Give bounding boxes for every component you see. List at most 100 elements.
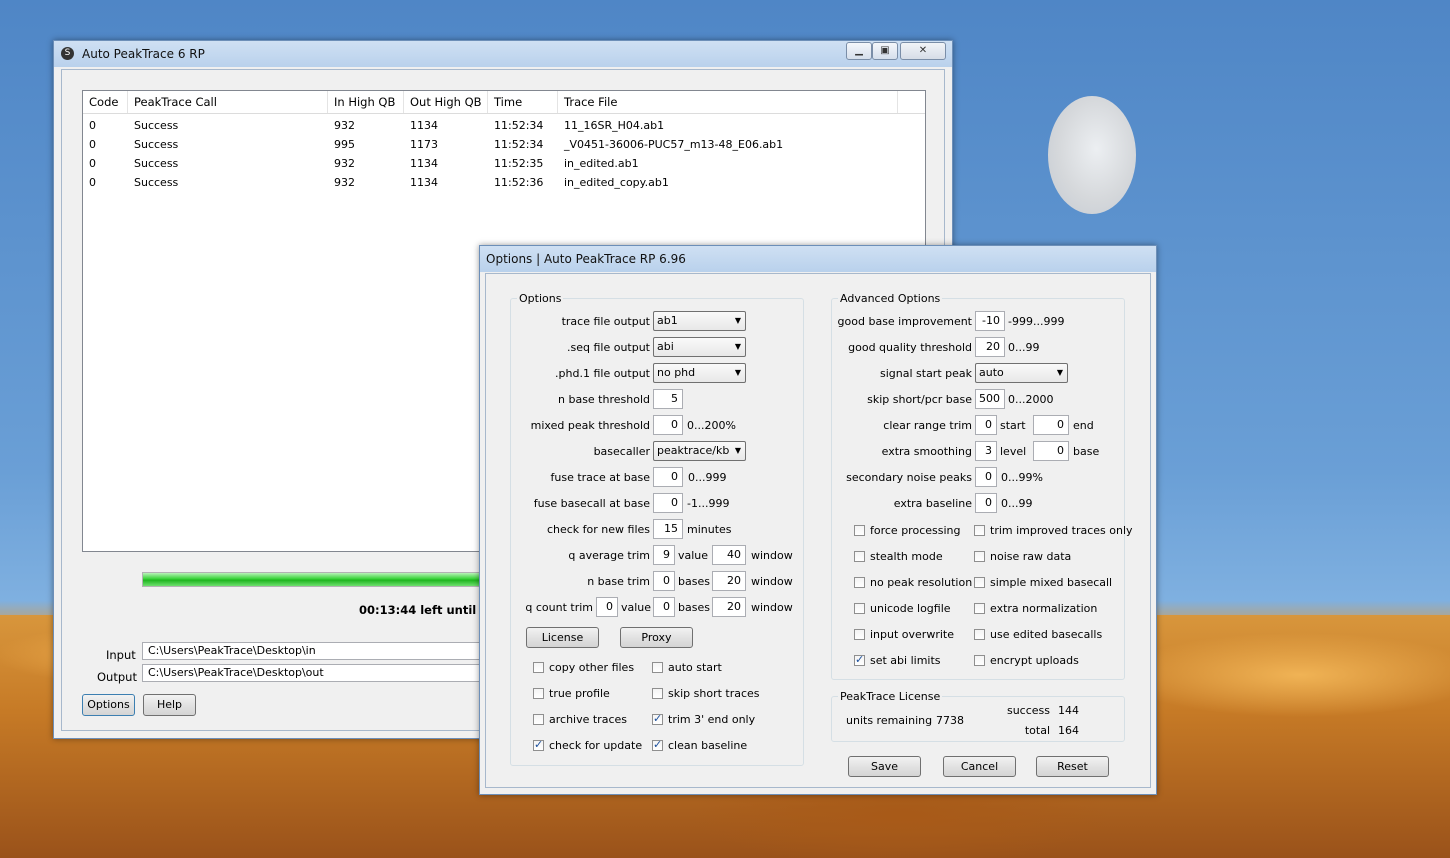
clear-range-trim-end-input[interactable]: 0 (1033, 415, 1069, 435)
column-header-call[interactable]: PeakTrace Call (128, 91, 328, 113)
signal-start-peak-select[interactable]: auto ▼ (975, 363, 1068, 383)
unicode-logfile-checkbox[interactable]: unicode logfile (854, 602, 951, 615)
checkbox-box[interactable] (854, 653, 865, 666)
skip-short-pcr-input[interactable]: 500 (975, 389, 1005, 409)
cancel-button[interactable]: Cancel (943, 756, 1016, 777)
simple-mixed-basecall-checkbox[interactable]: simple mixed basecall (974, 576, 1112, 589)
checkbox-box[interactable] (854, 603, 865, 614)
app-icon: S (61, 47, 74, 60)
skip-short-traces-checkbox[interactable]: skip short traces (652, 687, 760, 700)
stealth-mode-checkbox[interactable]: stealth mode (854, 550, 943, 563)
q-average-trim-window-input[interactable]: 40 (712, 545, 746, 565)
table-row[interactable]: 0 Success 995 1173 11:52:34 _V0451-36006… (83, 135, 925, 154)
checkbox-box[interactable] (533, 738, 544, 751)
force-processing-checkbox[interactable]: force processing (854, 524, 960, 537)
checkbox-box[interactable] (533, 688, 544, 699)
trace-file-output-select[interactable]: ab1 ▼ (653, 311, 746, 331)
no-peak-resolution-checkbox[interactable]: no peak resolution (854, 576, 972, 589)
column-header-out-high-qb[interactable]: Out High QB (404, 91, 488, 113)
checkbox-box[interactable] (854, 629, 865, 640)
proxy-button[interactable]: Proxy (620, 627, 693, 648)
q-count-trim-window-input[interactable]: 20 (712, 597, 746, 617)
checkbox-box[interactable] (533, 662, 544, 673)
mixed-peak-threshold-range: 0...200% (687, 419, 736, 432)
column-header-in-high-qb[interactable]: In High QB (328, 91, 404, 113)
clear-range-trim-start-input[interactable]: 0 (975, 415, 997, 435)
q-count-trim-value-input[interactable]: 0 (596, 597, 618, 617)
units-remaining-value: 7738 (936, 714, 964, 727)
n-base-trim-window-input[interactable]: 20 (712, 571, 746, 591)
column-header-time[interactable]: Time (488, 91, 558, 113)
checkbox-box[interactable] (974, 525, 985, 536)
q-count-trim-bases-input[interactable]: 0 (653, 597, 675, 617)
noise-raw-data-checkbox[interactable]: noise raw data (974, 550, 1071, 563)
maximize-button[interactable]: ▣ (872, 42, 898, 60)
table-row[interactable]: 0 Success 932 1134 11:52:35 in_edited.ab… (83, 154, 925, 173)
checkbox-box[interactable] (652, 662, 663, 673)
extra-smoothing-level-input[interactable]: 3 (975, 441, 997, 461)
set-abi-limits-checkbox[interactable]: set abi limits (854, 653, 941, 667)
cell-out-qb: 1134 (410, 157, 438, 170)
seq-file-output-value: abi (657, 340, 674, 353)
checkbox-box[interactable] (854, 551, 865, 562)
options-button[interactable]: Options (82, 694, 135, 716)
signal-start-peak-value: auto (979, 366, 1004, 379)
good-base-improvement-input[interactable]: -10 (975, 311, 1005, 331)
n-base-trim-bases-input[interactable]: 0 (653, 571, 675, 591)
fuse-basecall-input[interactable]: 0 (653, 493, 683, 513)
q-average-trim-value-input[interactable]: 9 (653, 545, 675, 565)
main-titlebar[interactable]: S Auto PeakTrace 6 RP ▁ ▣ ✕ (54, 41, 952, 67)
save-button[interactable]: Save (848, 756, 921, 777)
input-label: Input (106, 648, 136, 662)
checkbox-box[interactable] (974, 655, 985, 666)
q-count-trim-window-unit: window (751, 601, 793, 614)
good-quality-threshold-input[interactable]: 20 (975, 337, 1005, 357)
column-header-code[interactable]: Code (83, 91, 128, 113)
license-button[interactable]: License (526, 627, 599, 648)
basecaller-select[interactable]: peaktrace/kb ▼ (653, 441, 746, 461)
copy-other-files-checkbox[interactable]: copy other files (533, 661, 634, 674)
column-header-trace-file[interactable]: Trace File (558, 91, 898, 113)
auto-start-checkbox[interactable]: auto start (652, 661, 722, 674)
table-row[interactable]: 0 Success 932 1134 11:52:34 11_16SR_H04.… (83, 116, 925, 135)
checkbox-box[interactable] (652, 738, 663, 751)
clean-baseline-checkbox[interactable]: clean baseline (652, 738, 747, 752)
true-profile-checkbox[interactable]: true profile (533, 687, 610, 700)
help-button[interactable]: Help (143, 694, 196, 716)
checkbox-box[interactable] (854, 577, 865, 588)
extra-smoothing-base-input[interactable]: 0 (1033, 441, 1069, 461)
checkbox-box[interactable] (652, 688, 663, 699)
success-count-label: success (1006, 704, 1050, 717)
reset-button[interactable]: Reset (1036, 756, 1109, 777)
checkbox-box[interactable] (854, 525, 865, 536)
cell-in-qb: 995 (334, 138, 355, 151)
trim-improved-traces-checkbox[interactable]: trim improved traces only (974, 524, 1133, 537)
minimize-button[interactable]: ▁ (846, 42, 872, 60)
check-for-update-checkbox[interactable]: check for update (533, 738, 642, 752)
input-overwrite-checkbox[interactable]: input overwrite (854, 628, 954, 641)
q-count-trim-label: q count trim (525, 601, 593, 614)
phd-file-output-select[interactable]: no phd ▼ (653, 363, 746, 383)
checkbox-box[interactable] (533, 714, 544, 725)
extra-baseline-input[interactable]: 0 (975, 493, 997, 513)
seq-file-output-select[interactable]: abi ▼ (653, 337, 746, 357)
mixed-peak-threshold-input[interactable]: 0 (653, 415, 683, 435)
n-base-threshold-input[interactable]: 5 (653, 389, 683, 409)
check-new-files-input[interactable]: 15 (653, 519, 683, 539)
close-button[interactable]: ✕ (900, 42, 946, 60)
checkbox-box[interactable] (974, 629, 985, 640)
trim-3-end-only-checkbox[interactable]: trim 3' end only (652, 712, 755, 726)
extra-normalization-checkbox[interactable]: extra normalization (974, 602, 1097, 615)
checkbox-box[interactable] (974, 577, 985, 588)
use-edited-basecalls-checkbox[interactable]: use edited basecalls (974, 628, 1102, 641)
table-row[interactable]: 0 Success 932 1134 11:52:36 in_edited_co… (83, 173, 925, 192)
options-titlebar[interactable]: Options | Auto PeakTrace RP 6.96 (480, 246, 1156, 272)
checkbox-box[interactable] (974, 603, 985, 614)
encrypt-uploads-checkbox[interactable]: encrypt uploads (974, 654, 1079, 667)
secondary-noise-peaks-input[interactable]: 0 (975, 467, 997, 487)
checkbox-box[interactable] (974, 551, 985, 562)
checkbox-box[interactable] (652, 712, 663, 725)
archive-traces-checkbox[interactable]: archive traces (533, 713, 627, 726)
fuse-trace-input[interactable]: 0 (653, 467, 683, 487)
extra-normalization-label: extra normalization (990, 602, 1098, 615)
